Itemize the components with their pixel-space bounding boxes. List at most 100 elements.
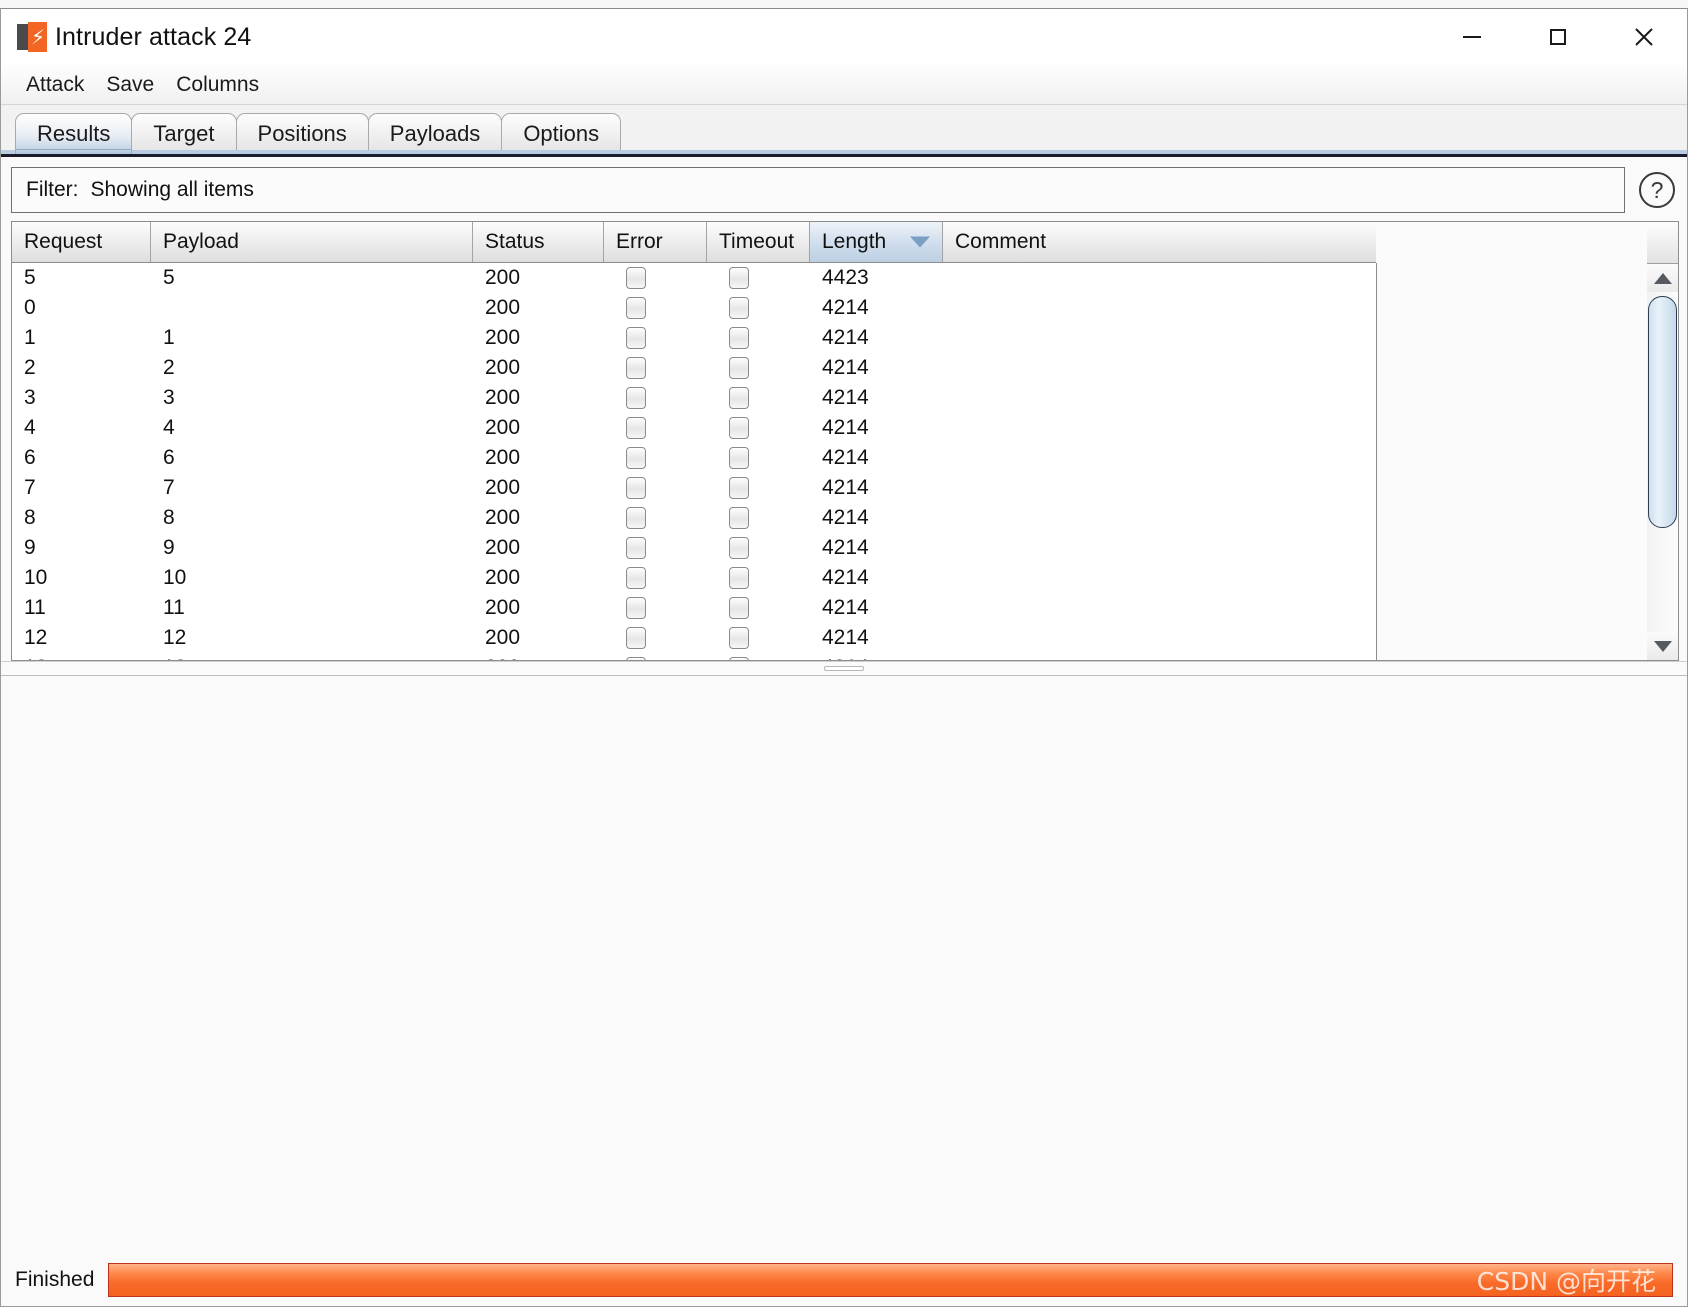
error-checkbox[interactable] (626, 387, 646, 409)
menu-attack[interactable]: Attack (17, 69, 93, 101)
filter-bar[interactable]: Filter: Showing all items (11, 167, 1625, 213)
cell-request: 5 (24, 266, 36, 289)
timeout-checkbox[interactable] (729, 267, 749, 289)
scroll-down-button[interactable] (1647, 632, 1678, 660)
tab-payloads-label: Payloads (389, 121, 481, 146)
error-checkbox[interactable] (626, 267, 646, 289)
table-row[interactable]: 13132004214 (12, 653, 1376, 660)
cell-comment (943, 563, 1376, 593)
timeout-checkbox[interactable] (729, 627, 749, 649)
tab-payloads[interactable]: Payloads (367, 113, 503, 154)
results-table: Request Payload Status Error Timeout Len… (11, 221, 1377, 661)
column-header-timeout[interactable]: Timeout (707, 222, 810, 262)
burp-suite-icon: ⚡ (17, 22, 47, 52)
column-header-error[interactable]: Error (604, 222, 707, 262)
splitter-grip[interactable] (824, 666, 864, 671)
scrollbar-thumb[interactable] (1648, 296, 1677, 528)
window-titlebar: ⚡ Intruder attack 24 (1, 9, 1687, 65)
timeout-checkbox-cell (707, 473, 810, 503)
table-row[interactable]: 2 2 200 4214 (12, 353, 1376, 383)
table-row[interactable]: 4 4 200 4214 (12, 413, 1376, 443)
cell-length: 4214 (822, 296, 869, 319)
caret-down-icon (1653, 640, 1672, 652)
table-row[interactable]: 7 7 200 4214 (12, 473, 1376, 503)
error-checkbox[interactable] (626, 597, 646, 619)
timeout-checkbox[interactable] (729, 297, 749, 319)
error-checkbox[interactable] (626, 627, 646, 649)
cell-payload: 8 (163, 506, 175, 529)
timeout-checkbox[interactable] (729, 447, 749, 469)
error-checkbox[interactable] (626, 567, 646, 589)
request-response-panel (1, 675, 1687, 1254)
table-row[interactable]: 0 200 4214 (12, 293, 1376, 323)
column-header-length[interactable]: Length (810, 222, 943, 262)
error-checkbox[interactable] (626, 537, 646, 559)
minimize-button[interactable] (1429, 9, 1515, 65)
error-checkbox-cell (604, 623, 707, 653)
cell-status: 200 (485, 626, 521, 649)
error-checkbox[interactable] (626, 447, 646, 469)
panel-splitter[interactable] (1, 661, 1687, 675)
column-header-payload[interactable]: Payload (151, 222, 473, 262)
scroll-up-button[interactable] (1647, 264, 1678, 292)
cell-comment (943, 443, 1376, 473)
error-checkbox[interactable] (626, 357, 646, 379)
error-checkbox[interactable] (626, 507, 646, 529)
table-row[interactable]: 8 8 200 4214 (12, 503, 1376, 533)
scrollbar-track[interactable] (1647, 264, 1678, 660)
cell-length: 4214 (822, 536, 869, 559)
menu-columns[interactable]: Columns (167, 69, 268, 101)
menu-save[interactable]: Save (97, 69, 163, 101)
timeout-checkbox[interactable] (729, 417, 749, 439)
menu-bar: Attack Save Columns (1, 65, 1687, 105)
error-checkbox-cell (604, 413, 707, 443)
error-checkbox[interactable] (626, 297, 646, 319)
timeout-checkbox[interactable] (729, 597, 749, 619)
cell-payload: 2 (163, 356, 175, 379)
timeout-checkbox[interactable] (729, 567, 749, 589)
column-header-request[interactable]: Request (12, 222, 151, 262)
tab-target[interactable]: Target (131, 113, 237, 154)
table-vertical-scrollbar[interactable] (1647, 221, 1679, 661)
error-checkbox[interactable] (626, 327, 646, 349)
table-row[interactable]: 6 6 200 4214 (12, 443, 1376, 473)
timeout-checkbox[interactable] (729, 537, 749, 559)
timeout-checkbox-cell (707, 293, 810, 323)
scrollbar-space[interactable] (1647, 292, 1678, 632)
timeout-checkbox-cell (707, 263, 810, 293)
cell-comment (943, 353, 1376, 383)
timeout-checkbox[interactable] (729, 387, 749, 409)
error-checkbox[interactable] (626, 477, 646, 499)
table-row[interactable]: 1 1 200 4214 (12, 323, 1376, 353)
close-button[interactable] (1601, 9, 1687, 65)
attack-progress-fill (109, 1264, 1672, 1296)
tab-results-label: Results (37, 121, 111, 146)
timeout-checkbox[interactable] (729, 507, 749, 529)
column-header-comment[interactable]: Comment (943, 222, 1376, 262)
error-checkbox[interactable] (626, 417, 646, 439)
table-row[interactable]: 12 12 200 4214 (12, 623, 1376, 653)
maximize-button[interactable] (1515, 9, 1601, 65)
table-row[interactable]: 10 10 200 4214 (12, 563, 1376, 593)
table-row[interactable]: 11 11 200 4214 (12, 593, 1376, 623)
tab-positions[interactable]: Positions (235, 113, 369, 154)
tab-results[interactable]: Results (15, 113, 133, 154)
cell-status: 200 (485, 296, 521, 319)
tab-options[interactable]: Options (501, 113, 622, 154)
timeout-checkbox[interactable] (729, 357, 749, 379)
cell-payload: 5 (163, 266, 175, 289)
cell-request: 8 (24, 506, 36, 529)
table-row[interactable]: 5 5 200 4423 (12, 263, 1376, 293)
cell-length: 4214 (822, 476, 869, 499)
error-checkbox-cell (604, 323, 707, 353)
timeout-checkbox[interactable] (729, 327, 749, 349)
timeout-checkbox[interactable] (729, 477, 749, 499)
column-header-status[interactable]: Status (473, 222, 604, 262)
timeout-checkbox-cell (707, 353, 810, 383)
table-row[interactable]: 9 9 200 4214 (12, 533, 1376, 563)
intruder-attack-window: ⚡ Intruder attack 24 Attack Save Columns… (0, 8, 1688, 1307)
table-row[interactable]: 3 3 200 4214 (12, 383, 1376, 413)
error-checkbox-cell (604, 293, 707, 323)
help-circle-icon[interactable]: ? (1635, 168, 1679, 212)
error-checkbox-cell (604, 473, 707, 503)
